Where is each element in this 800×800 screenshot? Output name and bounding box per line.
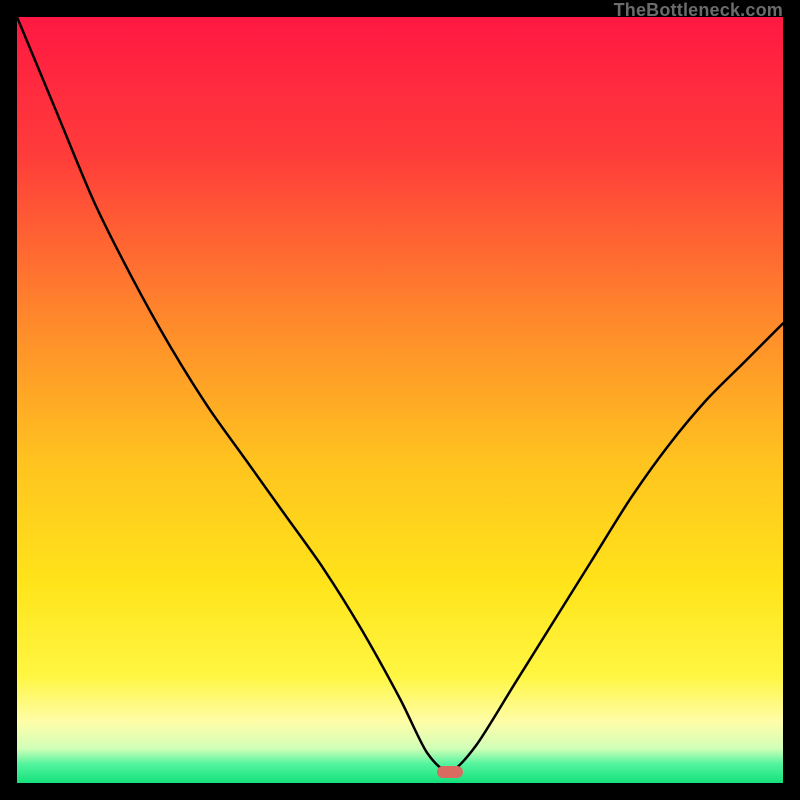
chart-container: TheBottleneck.com [0, 0, 800, 800]
plot-area [17, 17, 783, 783]
watermark-text: TheBottleneck.com [614, 0, 783, 21]
curve-layer [17, 17, 783, 783]
bottleneck-curve [17, 17, 783, 772]
optimal-marker [437, 766, 463, 778]
